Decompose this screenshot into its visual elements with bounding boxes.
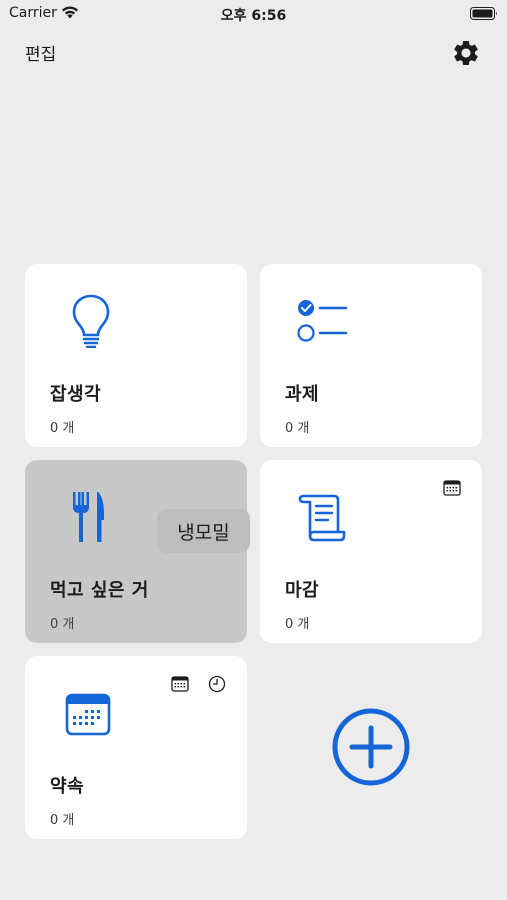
scroll-icon (298, 494, 346, 542)
card-count: 0 개 (50, 617, 75, 632)
status-time: 오후 6:56 (220, 8, 287, 24)
edit-button[interactable]: 편집 (25, 40, 56, 65)
calendar-icon (171, 676, 189, 692)
clock-icon (208, 675, 226, 693)
gear-icon[interactable] (451, 38, 481, 68)
fork-knife-icon (73, 492, 104, 542)
card-random-thoughts[interactable]: 잡생각 0 개 (25, 264, 247, 447)
card-appointments[interactable]: 약속 0 개 (25, 656, 247, 839)
lightbulb-icon (72, 294, 110, 348)
card-count: 0 개 (285, 617, 310, 632)
card-tasks[interactable]: 과제 0 개 (260, 264, 482, 447)
status-bar: Carrier 오후 6:56 (0, 0, 507, 30)
checklist-icon (297, 300, 348, 342)
calendar-icon (65, 693, 111, 736)
calendar-icon (443, 480, 461, 496)
card-title: 잡생각 (50, 384, 102, 405)
card-count: 0 개 (285, 421, 310, 436)
card-title: 마감 (285, 580, 320, 601)
card-food-wishlist[interactable]: 냉모밀 먹고 싶은 거 0 개 (25, 460, 250, 643)
card-title: 과제 (285, 384, 320, 405)
battery-icon (470, 7, 497, 20)
card-title: 먹고 싶은 거 (50, 580, 149, 601)
card-deadlines[interactable]: 마감 0 개 (260, 460, 482, 643)
card-count: 0 개 (50, 421, 75, 436)
card-count: 0 개 (50, 813, 75, 828)
item-preview-tooltip: 냉모밀 (157, 509, 250, 553)
card-title: 약속 (50, 776, 85, 797)
plus-circle-icon[interactable] (332, 708, 410, 786)
